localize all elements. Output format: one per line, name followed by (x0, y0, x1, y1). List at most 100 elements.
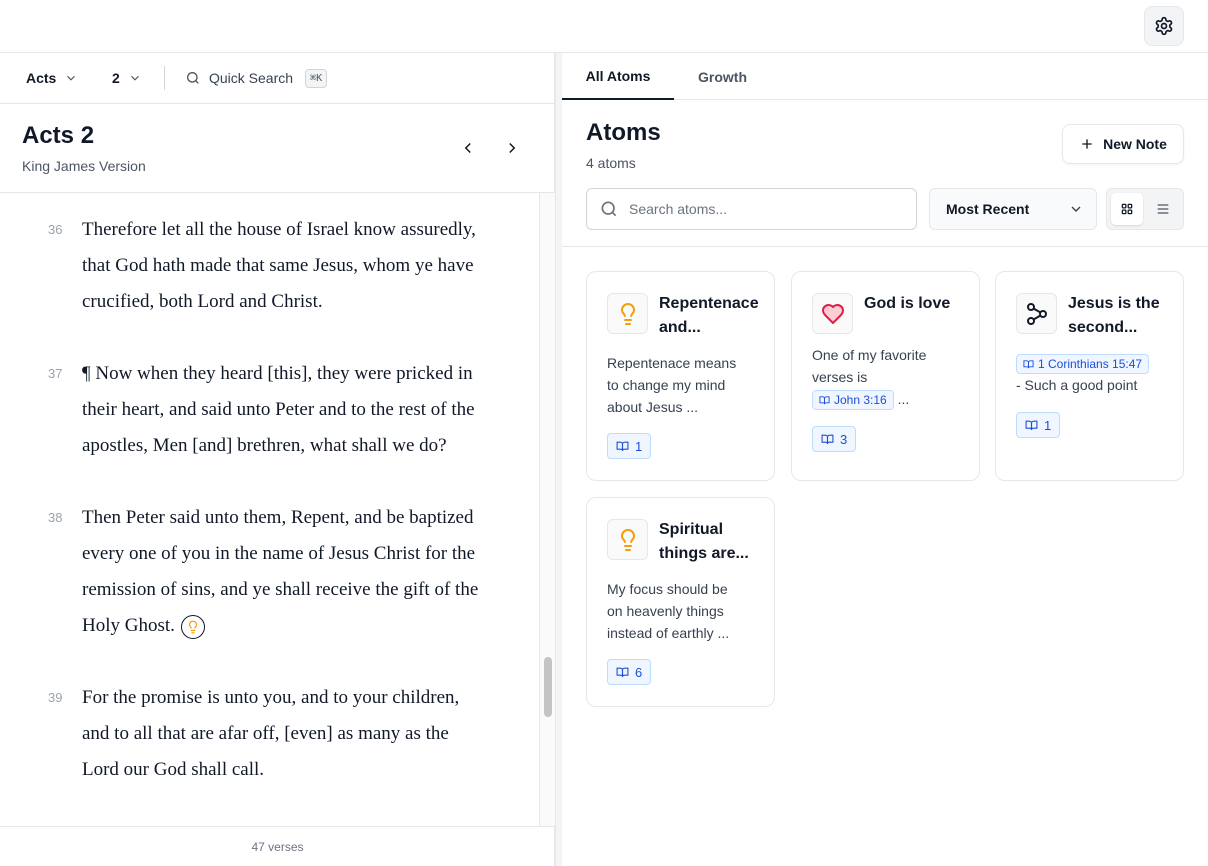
atom-body-line: - Such a good point (1016, 377, 1138, 394)
verse-line: Holy Ghost. (82, 608, 522, 644)
top-bar (0, 0, 1208, 53)
link-count: 1 (1044, 417, 1052, 433)
sort-value: Most Recent (946, 201, 1030, 217)
atom-body-line: John 3:16 ... (812, 388, 967, 411)
chapter-select-value: 2 (112, 70, 120, 86)
atom-search[interactable] (586, 188, 917, 230)
atom-type-icon (607, 519, 648, 560)
verse-reference-chip[interactable]: John 3:16 (812, 390, 894, 411)
link-count: 6 (635, 664, 643, 680)
search-icon (601, 201, 617, 217)
verse-line: Then Peter said unto them, Repent, and b… (82, 507, 474, 528)
atom-body: 1 Corinthians 15:47 - Such a good point (1016, 352, 1181, 396)
link-count: 1 (635, 438, 643, 454)
tab-growth[interactable]: Growth (674, 53, 771, 100)
chapter-select[interactable]: 2 (112, 70, 164, 86)
atom-body-line: to change my mind (607, 377, 726, 393)
verse-line: apostles, Men [and] brethren, what shall… (82, 435, 447, 456)
chevron-down-icon (130, 75, 139, 81)
toolbar-divider (164, 66, 165, 90)
chevron-down-icon (1071, 206, 1081, 212)
atom-card[interactable]: God is love One of my favorite verses is… (791, 271, 980, 481)
atom-title-line: second... (1068, 319, 1138, 336)
previous-chapter-button[interactable] (454, 134, 482, 162)
sort-select[interactable]: Most Recent (929, 188, 1097, 230)
verse-atom-marker[interactable] (180, 614, 205, 639)
atom-body: My focus should be on heavenly things in… (607, 578, 762, 644)
verse-line-text: Holy Ghost. (82, 615, 175, 636)
verse-line: remission of sins, and ye shall receive … (82, 579, 479, 600)
atom-title-line: and... (659, 319, 701, 336)
lightbulb-icon (620, 528, 635, 551)
shortcut-hint: ⌘K (305, 68, 328, 88)
chevron-left-icon (464, 142, 471, 154)
settings-button[interactable] (1144, 6, 1184, 46)
atom-type-icon (607, 293, 648, 334)
verse-scrollbar[interactable] (539, 193, 555, 826)
book-open-icon (616, 667, 629, 677)
reader-toolbar: Acts 2 Quick Search ⌘K (0, 53, 554, 104)
atom-card[interactable]: Spiritual things are... My focus should … (586, 497, 775, 707)
heart-icon (821, 303, 844, 324)
verse-number: 36 (48, 222, 63, 237)
pane-resize-handle[interactable] (555, 53, 562, 866)
atom-body-line: on heavenly things (607, 603, 724, 619)
verse-reference: John 3:16 (834, 393, 887, 408)
new-note-button[interactable]: New Note (1062, 124, 1184, 164)
verse-number: 37 (48, 366, 63, 381)
verse-line: their heart, and said unto Peter and to … (82, 399, 475, 420)
verse-line: Therefore let all the house of Israel kn… (82, 219, 476, 240)
atom-title: Jesus is the second... (1068, 292, 1176, 340)
atom-type-icon (1016, 293, 1057, 334)
verse-link-count: 3 (812, 426, 857, 452)
page-title: Atoms (586, 119, 661, 146)
verse-line: crucified, both Lord and Christ. (82, 291, 323, 312)
book-select-value: Acts (26, 70, 57, 86)
verse-link-count: 6 (607, 659, 652, 685)
book-open-icon (819, 396, 830, 405)
verse-text: Therefore let all the house of Israel kn… (82, 212, 522, 320)
atom-body-line: Repentenace means (607, 355, 737, 371)
bible-reader-pane: Acts 2 Quick Search ⌘K Acts 2 King James… (0, 53, 555, 866)
atom-body: Repentenace means to change my mind abou… (607, 352, 762, 418)
gear-icon (1155, 16, 1173, 36)
grid-view-button[interactable] (1111, 193, 1143, 225)
grid-icon (1121, 203, 1133, 215)
book-open-icon (1023, 360, 1034, 369)
book-select[interactable]: Acts (26, 70, 112, 86)
atom-body: One of my favorite verses is John 3:16 .… (812, 344, 967, 411)
atom-body-line: instead of earthly ... (607, 625, 730, 641)
chapter-title: Acts 2 (22, 122, 95, 149)
scrollbar-thumb[interactable] (544, 657, 552, 717)
lightbulb-icon (188, 620, 197, 634)
verse-line: every one of you in the name of Jesus Ch… (82, 543, 476, 564)
search-input[interactable] (629, 201, 899, 217)
plus-icon (1082, 139, 1092, 149)
verse-text: Then Peter said unto them, Repent, and b… (82, 500, 522, 644)
atom-body-line: One of my favorite (812, 347, 927, 363)
verse-number: 38 (48, 510, 63, 525)
atom-body-ellipsis: ... (897, 391, 910, 407)
atoms-tabs: All Atoms Growth (562, 53, 1208, 100)
verse-count: 47 verses (0, 826, 555, 866)
atom-body-line: about Jesus ... (607, 399, 699, 415)
next-chapter-button[interactable] (498, 134, 526, 162)
atom-title-line: Jesus is the (1068, 295, 1160, 312)
book-open-icon (1025, 420, 1038, 430)
verse-line: Lord our God shall call. (82, 759, 265, 780)
lightbulb-icon (620, 302, 635, 325)
atom-body-line: verses is (812, 369, 868, 385)
quick-search-button[interactable]: Quick Search ⌘K (185, 68, 328, 88)
atom-card[interactable]: Jesus is the second... 1 Corinthians 15:… (995, 271, 1184, 481)
tab-all-atoms[interactable]: All Atoms (562, 53, 674, 100)
verse-line: ¶ Now when they heard [this], they were … (82, 363, 473, 384)
atom-card[interactable]: Repentenace and... Repentenace means to … (586, 271, 775, 481)
list-icon (1157, 204, 1169, 214)
verse-reference-chip[interactable]: 1 Corinthians 15:47 (1016, 354, 1150, 375)
book-open-icon (821, 434, 834, 444)
list-view-button[interactable] (1147, 193, 1179, 225)
new-note-label: New Note (1103, 136, 1167, 152)
chapter-header: Acts 2 King James Version (0, 104, 554, 193)
connection-icon (1026, 302, 1047, 325)
atom-title: Repentenace and... (659, 292, 767, 340)
